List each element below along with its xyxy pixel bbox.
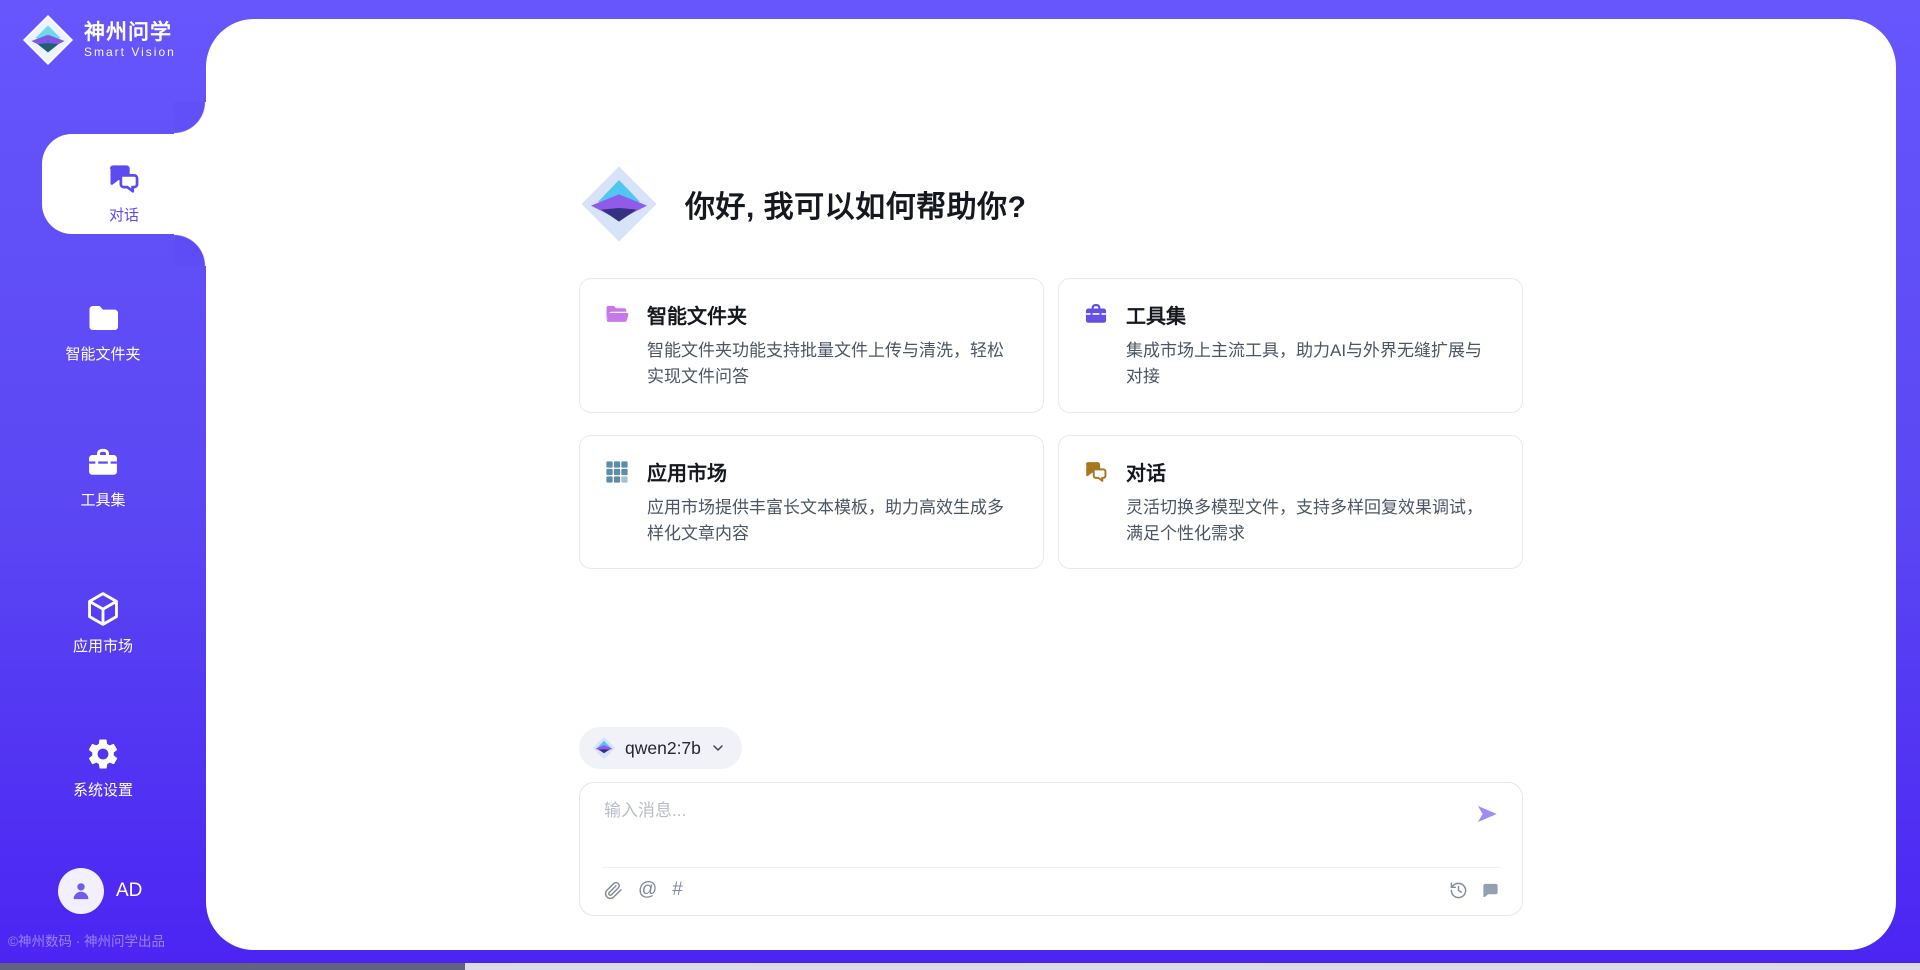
briefcase-icon xyxy=(85,446,121,482)
horizontal-scrollbar-track[interactable] xyxy=(0,963,1920,970)
sidebar-footer-credit: ©神州数码 · 神州问学出品 xyxy=(8,930,206,950)
card-toolkit[interactable]: 工具集 集成市场上主流工具，助力AI与外界无缝扩展与对接 xyxy=(1058,278,1523,413)
hash-icon: # xyxy=(672,879,683,901)
topic-button[interactable]: # xyxy=(672,879,683,901)
model-diamond-icon xyxy=(592,736,616,760)
gear-icon xyxy=(85,736,121,772)
user-profile-button[interactable]: AD xyxy=(58,868,142,914)
chat-bubble-icon xyxy=(1481,881,1500,900)
card-chat[interactable]: 对话 灵活切换多模型文件，支持多样回复效果调试，满足个性化需求 xyxy=(1058,435,1523,570)
brand-subtitle: Smart Vision xyxy=(84,45,176,59)
card-title: 对话 xyxy=(1126,457,1498,486)
card-app-market[interactable]: 应用市场 应用市场提供丰富长文本模板，助力高效生成多样化文章内容 xyxy=(579,435,1044,570)
grid-icon xyxy=(604,457,630,548)
feature-cards: 智能文件夹 智能文件夹功能支持批量文件上传与清洗，轻松实现文件问答 xyxy=(579,278,1523,569)
at-icon: @ xyxy=(638,879,657,901)
greeting-title: 你好, 我可以如何帮助你? xyxy=(685,182,1027,226)
card-description: 灵活切换多模型文件，支持多样回复效果调试，满足个性化需求 xyxy=(1126,495,1498,548)
paperclip-icon xyxy=(604,881,623,900)
active-tab-fillet-top xyxy=(174,102,206,134)
assistant-diamond-icon xyxy=(579,164,659,244)
history-button[interactable] xyxy=(1449,881,1468,900)
model-name: qwen2:7b xyxy=(625,738,701,759)
conversation-button[interactable] xyxy=(1481,881,1500,900)
sidebar-item-toolkit[interactable]: 工具集 xyxy=(0,446,206,510)
open-folder-icon xyxy=(604,300,630,391)
sidebar-item-label: 系统设置 xyxy=(0,779,206,800)
send-button[interactable] xyxy=(1474,801,1500,830)
avatar xyxy=(58,868,104,914)
sidebar-item-chat[interactable]: 对话 xyxy=(42,134,206,234)
model-selector[interactable]: qwen2:7b xyxy=(579,727,742,769)
message-input-box: @ # xyxy=(579,782,1523,916)
message-input[interactable] xyxy=(604,801,1444,821)
person-icon xyxy=(68,878,94,904)
active-tab-fillet-bottom xyxy=(174,234,206,266)
input-toolbar: @ # xyxy=(604,879,1500,901)
card-title: 智能文件夹 xyxy=(647,300,1019,329)
card-description: 智能文件夹功能支持批量文件上传与清洗，轻松实现文件问答 xyxy=(647,338,1019,391)
attach-file-button[interactable] xyxy=(604,881,623,900)
mention-button[interactable]: @ xyxy=(638,879,657,901)
sidebar-item-label: 工具集 xyxy=(0,489,206,510)
chat-bubbles-icon xyxy=(1083,457,1109,548)
greeting: 你好, 我可以如何帮助你? xyxy=(579,164,1523,244)
brand-logo: 神州问学 Smart Vision xyxy=(22,14,176,66)
briefcase-icon xyxy=(1083,300,1109,391)
chevron-down-icon xyxy=(710,740,726,756)
brand-diamond-icon xyxy=(22,14,74,66)
card-description: 集成市场上主流工具，助力AI与外界无缝扩展与对接 xyxy=(1126,338,1498,391)
sidebar-item-label: 智能文件夹 xyxy=(0,343,206,364)
sidebar-item-smart-folders[interactable]: 智能文件夹 xyxy=(0,300,206,364)
send-icon xyxy=(1474,801,1500,827)
history-clock-icon xyxy=(1449,881,1468,900)
brand-name: 神州问学 xyxy=(84,21,176,45)
horizontal-scrollbar-thumb[interactable] xyxy=(0,963,465,970)
sidebar-item-settings[interactable]: 系统设置 xyxy=(0,736,206,800)
input-divider xyxy=(602,867,1500,868)
user-name: AD xyxy=(116,880,142,902)
sidebar-item-label: 对话 xyxy=(42,204,206,225)
composer: qwen2:7b xyxy=(579,727,1523,916)
card-title: 工具集 xyxy=(1126,300,1498,329)
sidebar-item-app-market[interactable]: 应用市场 xyxy=(0,590,206,656)
sidebar-item-label: 应用市场 xyxy=(0,635,206,656)
main-panel: 你好, 我可以如何帮助你? 智能文件夹 智能文件夹功能支持批量文件上传与清洗，轻… xyxy=(206,19,1896,950)
card-title: 应用市场 xyxy=(647,457,1019,486)
sidebar: 神州问学 Smart Vision 对话 智能文件夹 工具集 xyxy=(0,0,206,963)
folder-icon xyxy=(85,300,121,336)
card-smart-folders[interactable]: 智能文件夹 智能文件夹功能支持批量文件上传与清洗，轻松实现文件问答 xyxy=(579,278,1044,413)
card-description: 应用市场提供丰富长文本模板，助力高效生成多样化文章内容 xyxy=(647,495,1019,548)
chat-bubbles-icon xyxy=(106,161,142,197)
cube-icon xyxy=(84,590,122,628)
